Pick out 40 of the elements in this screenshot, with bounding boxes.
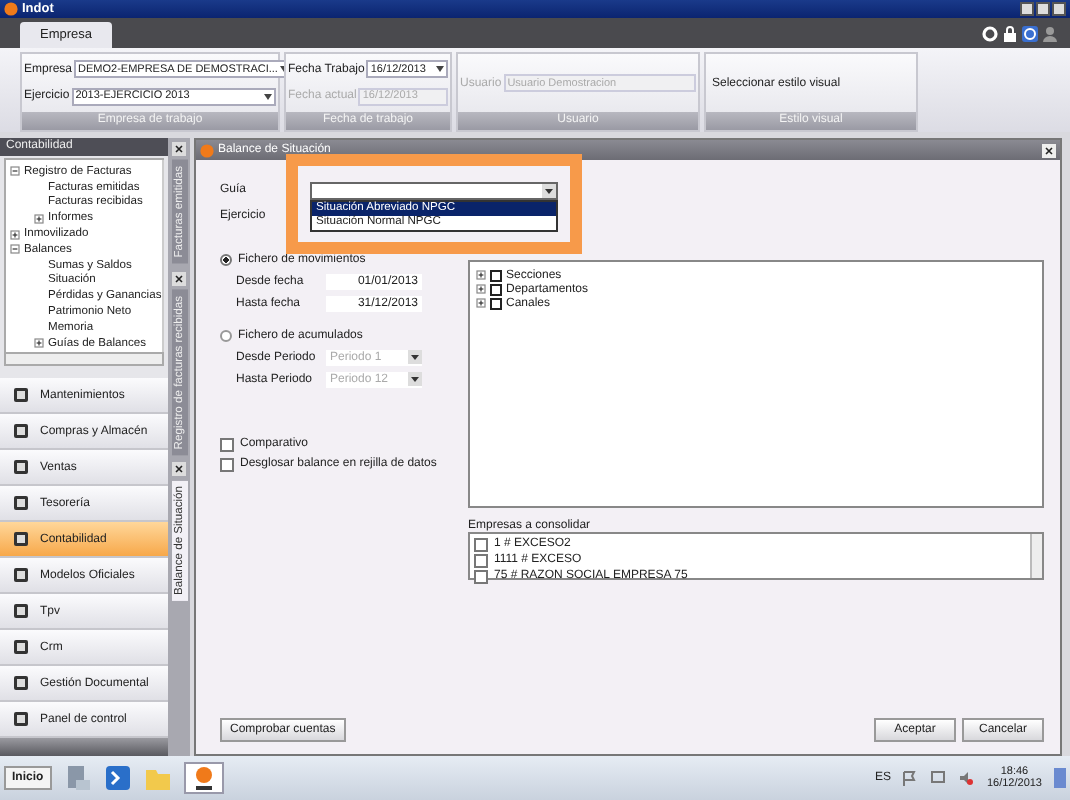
app-logo-icon [193, 766, 214, 790]
checkbox[interactable] [474, 553, 488, 567]
close-button[interactable] [1042, 143, 1056, 157]
flag-icon[interactable] [902, 770, 919, 786]
expander-icon[interactable] [10, 244, 22, 255]
checkbox[interactable] [474, 569, 488, 583]
radio-button[interactable] [220, 330, 232, 342]
caret-icon [408, 350, 422, 364]
caret-icon [408, 372, 422, 386]
maximize-button[interactable] [1036, 2, 1050, 16]
close-icon[interactable] [172, 142, 186, 156]
minimize-button[interactable] [1020, 2, 1034, 16]
radio-button[interactable] [220, 254, 232, 266]
caret-icon [436, 66, 444, 73]
checkbox[interactable] [474, 537, 488, 551]
terminal-icon[interactable] [103, 764, 132, 792]
network-icon[interactable] [930, 770, 947, 786]
expander-icon[interactable] [34, 213, 46, 224]
close-icon[interactable] [172, 271, 186, 286]
checkbox[interactable] [220, 457, 234, 471]
checkbox[interactable] [490, 283, 502, 295]
expander-icon[interactable] [10, 229, 22, 240]
speaker-icon[interactable] [958, 770, 975, 786]
expander-icon[interactable] [476, 270, 486, 280]
expander-icon[interactable] [476, 298, 486, 308]
expander-icon[interactable] [34, 338, 46, 349]
lock-icon[interactable] [1002, 25, 1018, 41]
close-icon[interactable] [172, 462, 186, 477]
guide-dropdown[interactable] [310, 181, 558, 199]
caret-icon [264, 93, 272, 100]
expander-icon[interactable] [476, 284, 486, 294]
expander-icon[interactable] [10, 166, 22, 177]
app-taskbar-button[interactable] [183, 762, 224, 794]
checkbox[interactable] [490, 297, 502, 309]
scrollbar[interactable] [4, 354, 164, 366]
scrollbar[interactable] [1030, 534, 1042, 578]
checkbox[interactable] [490, 269, 502, 281]
checkbox[interactable] [220, 437, 234, 451]
app-logo-icon [4, 2, 18, 16]
app-logo-icon [200, 143, 214, 157]
